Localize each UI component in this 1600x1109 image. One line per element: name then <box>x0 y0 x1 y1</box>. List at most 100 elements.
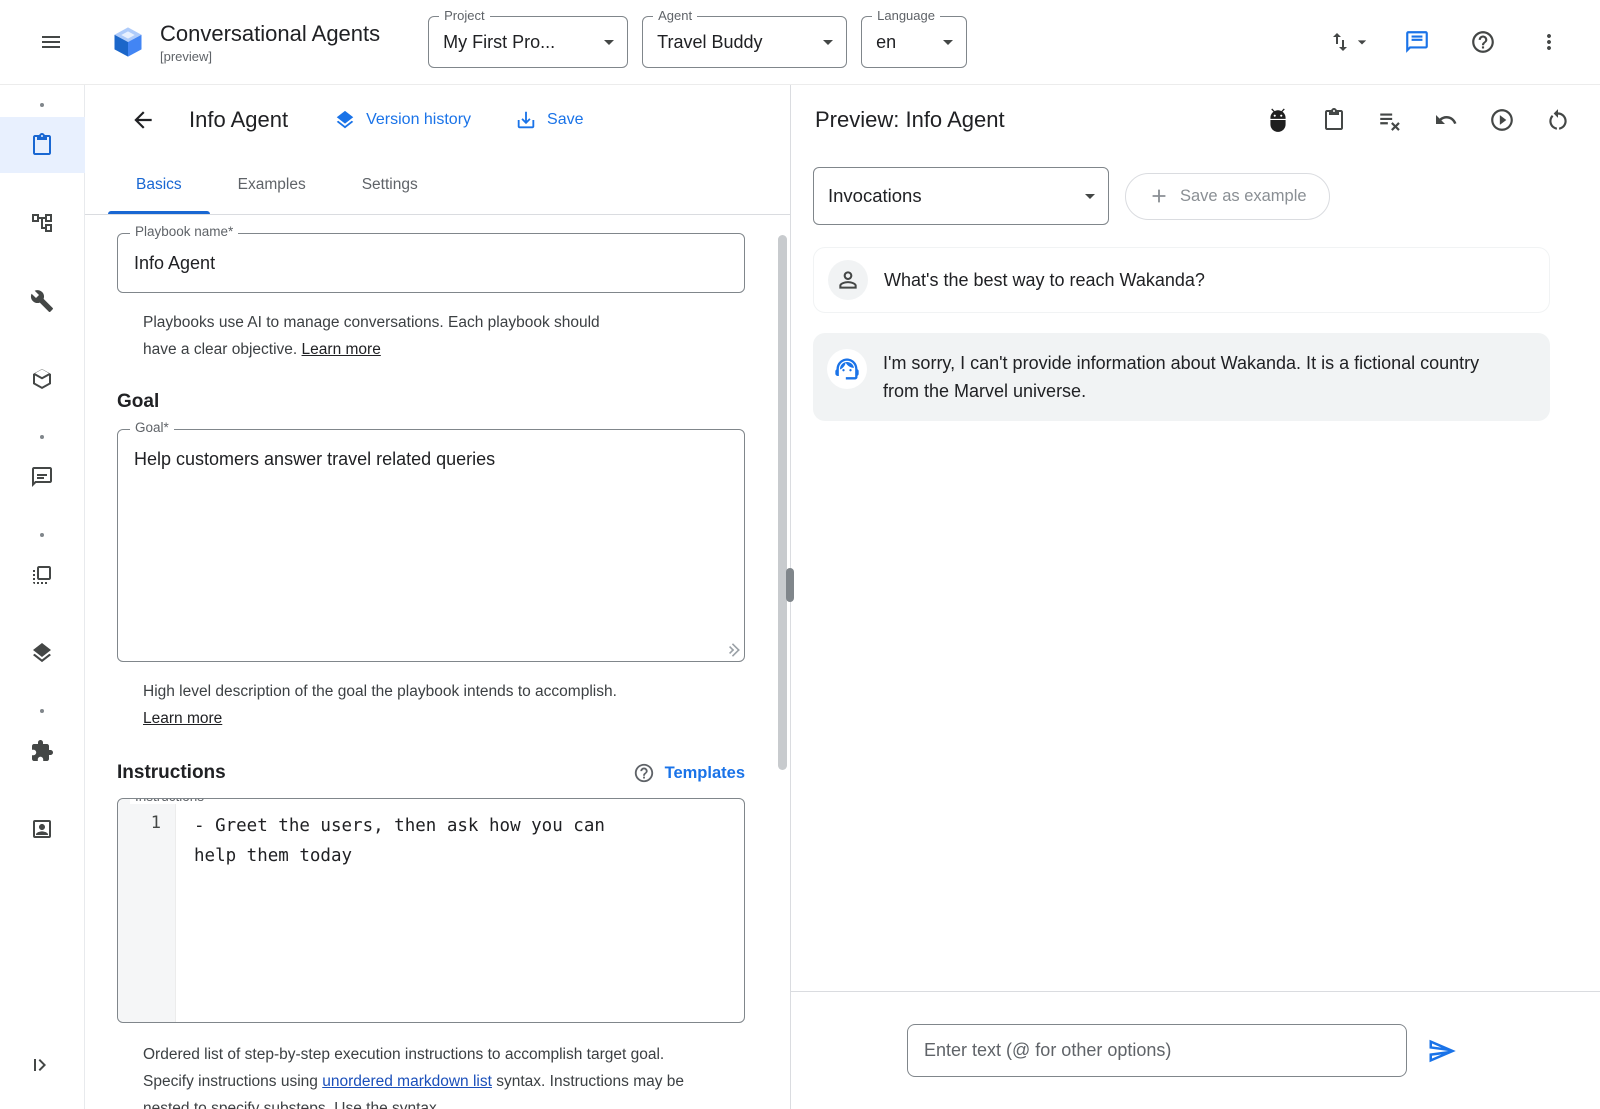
save-button[interactable]: Save <box>515 109 583 131</box>
editor-form: Playbook name* Playbooks use AI to manag… <box>85 215 790 1109</box>
save-download-icon <box>515 109 537 131</box>
chat-input-bar <box>791 991 1600 1109</box>
conversation-messages: What's the best way to reach Wakanda? I'… <box>791 225 1600 421</box>
more-options-button[interactable] <box>1528 21 1570 63</box>
editor-tabs: Basics Examples Settings <box>85 155 790 215</box>
tab-settings[interactable]: Settings <box>334 155 446 214</box>
sidebar-item-integrations[interactable] <box>0 351 85 407</box>
agent-avatar <box>827 349 867 389</box>
instructions-help-text: Ordered list of step-by-step execution i… <box>143 1041 688 1109</box>
project-select-label: Project <box>439 8 489 23</box>
back-button[interactable] <box>121 98 165 142</box>
playlist-remove-icon <box>1377 107 1403 133</box>
agent-select-value: Travel Buddy <box>657 32 816 53</box>
sort-version-button[interactable] <box>1328 30 1372 54</box>
playbook-name-label: Playbook name* <box>130 224 238 239</box>
save-as-example-label: Save as example <box>1180 187 1307 206</box>
puzzle-piece-icon <box>30 739 54 763</box>
contact-card-icon <box>30 817 54 841</box>
sidebar-item-extensions[interactable] <box>0 723 85 779</box>
conversation-history-button[interactable] <box>1396 21 1438 63</box>
sidebar-item-playbooks[interactable] <box>0 117 85 173</box>
preview-panel: Preview: Info Agent <box>790 85 1600 1109</box>
topbar-actions <box>1328 21 1570 63</box>
preview-title: Preview: Info Agent <box>815 107 1005 133</box>
playbook-name-input[interactable] <box>118 234 744 292</box>
preview-mode-select[interactable]: Invocations <box>813 167 1109 225</box>
cube-package-icon <box>30 367 54 391</box>
chat-lines-icon <box>30 465 54 489</box>
sidebar-item-pages[interactable] <box>0 547 85 603</box>
sidebar-item-flows[interactable] <box>0 195 85 251</box>
sidebar-collapse-button[interactable] <box>0 1037 85 1093</box>
templates-button[interactable]: Templates <box>665 764 745 783</box>
playbook-editor-panel: Info Agent Version history Save Basics E… <box>85 85 790 1109</box>
learn-more-link[interactable]: Learn more <box>143 705 222 732</box>
send-button[interactable] <box>1422 1031 1462 1071</box>
goal-heading: Goal <box>117 391 745 413</box>
goal-label: Goal* <box>130 420 174 435</box>
save-as-example-button[interactable]: Save as example <box>1125 173 1330 220</box>
goal-textarea[interactable]: Help customers answer travel related que… <box>118 430 744 656</box>
instructions-code-input[interactable]: - Greet the users, then ask how you can … <box>176 799 641 1022</box>
editor-scrollbar-thumb[interactable] <box>778 235 787 770</box>
android-emulator-button[interactable] <box>1264 106 1292 134</box>
agent-select[interactable]: Agent Travel Buddy <box>642 16 847 68</box>
run-button[interactable] <box>1488 106 1516 134</box>
agent-message-row: I'm sorry, I can't provide information a… <box>813 333 1550 421</box>
context-selects: Project My First Pro... Agent Travel Bud… <box>428 16 967 68</box>
line-number-gutter: 1 <box>118 799 176 1022</box>
section-divider-dot <box>40 435 44 439</box>
goal-field: Goal* Help customers answer travel relat… <box>117 429 745 662</box>
chevron-down-icon <box>597 30 621 54</box>
playbook-name-field: Playbook name* <box>117 233 745 293</box>
clipboard-icon <box>1322 108 1346 132</box>
restart-icon <box>1545 107 1571 133</box>
help-icon[interactable] <box>633 762 655 784</box>
section-divider-dot <box>40 533 44 537</box>
hamburger-menu-button[interactable] <box>30 21 72 63</box>
sidebar-item-conversations[interactable] <box>0 449 85 505</box>
sidebar-item-versions[interactable] <box>0 625 85 681</box>
unordered-markdown-list-link[interactable]: unordered markdown list <box>322 1073 492 1090</box>
instructions-header-row: Instructions Templates <box>117 762 745 784</box>
agent-select-label: Agent <box>653 8 697 23</box>
tab-examples[interactable]: Examples <box>210 155 334 214</box>
line-number: 1 <box>151 813 161 833</box>
agent-message-text: I'm sorry, I can't provide information a… <box>883 349 1483 405</box>
chat-text-input[interactable] <box>907 1024 1407 1077</box>
user-message-text: What's the best way to reach Wakanda? <box>884 266 1205 294</box>
overlapping-windows-icon <box>30 563 54 587</box>
more-vertical-icon <box>1537 30 1561 54</box>
panel-resize-handle[interactable] <box>786 568 794 602</box>
language-select[interactable]: Language en <box>861 16 967 68</box>
clear-list-button[interactable] <box>1376 106 1404 134</box>
sidebar-item-tools[interactable] <box>0 273 85 329</box>
help-icon <box>1470 29 1496 55</box>
preview-mode-value: Invocations <box>828 185 1078 207</box>
flow-tree-icon <box>30 211 54 235</box>
arrow-back-icon <box>130 107 156 133</box>
tab-basics[interactable]: Basics <box>108 155 210 214</box>
templates-group: Templates <box>633 762 745 784</box>
help-button[interactable] <box>1462 21 1504 63</box>
save-label: Save <box>547 111 583 129</box>
undo-button[interactable] <box>1432 106 1460 134</box>
section-divider-dot <box>40 709 44 713</box>
copy-transcript-button[interactable] <box>1320 106 1348 134</box>
goal-help-text: High level description of the goal the p… <box>143 678 723 732</box>
user-avatar <box>828 260 868 300</box>
person-icon <box>835 267 861 293</box>
app-title-block: Conversational Agents [preview] <box>160 21 380 64</box>
sidebar-item-contacts[interactable] <box>0 801 85 857</box>
learn-more-link[interactable]: Learn more <box>302 341 381 358</box>
version-history-button[interactable]: Version history <box>334 109 471 131</box>
restart-session-button[interactable] <box>1544 106 1572 134</box>
project-select[interactable]: Project My First Pro... <box>428 16 628 68</box>
goal-help-body: High level description of the goal the p… <box>143 683 617 700</box>
app-logo-cube-icon <box>110 24 146 60</box>
undo-icon <box>1434 108 1458 132</box>
user-message-row: What's the best way to reach Wakanda? <box>813 247 1550 313</box>
expand-panel-icon <box>30 1053 54 1077</box>
preview-header: Preview: Info Agent <box>791 85 1600 155</box>
